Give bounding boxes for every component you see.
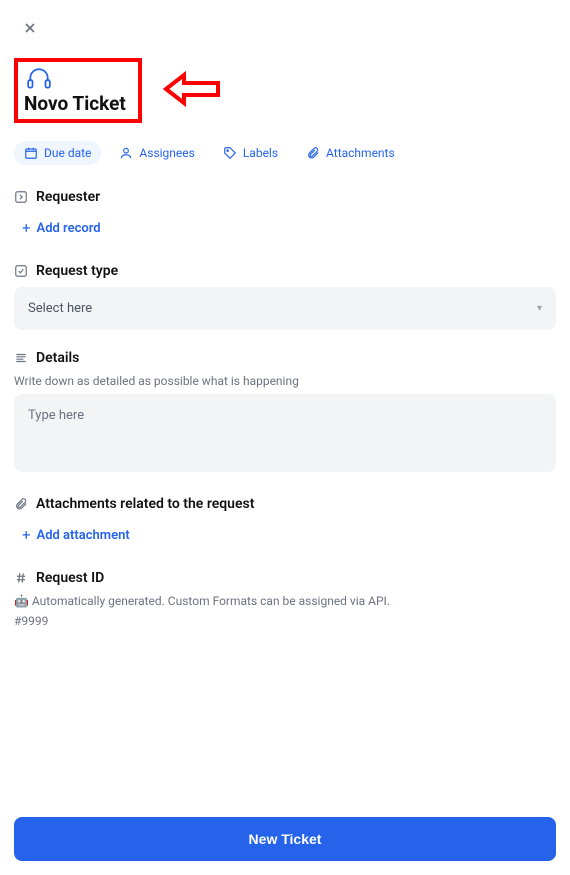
select-placeholder: Select here	[28, 301, 92, 316]
person-icon	[119, 146, 133, 160]
close-button[interactable]	[14, 20, 556, 40]
add-record-button[interactable]: + Add record	[14, 213, 556, 243]
plus-icon: +	[22, 219, 31, 237]
section-details: Details Write down as detailed as possib…	[14, 350, 556, 476]
new-ticket-button[interactable]: New Ticket	[14, 817, 556, 861]
lines-icon	[14, 351, 28, 365]
section-requester: Requester + Add record	[14, 189, 556, 243]
chip-labels[interactable]: Labels	[213, 141, 288, 165]
title-text: Novo Ticket	[24, 92, 126, 115]
section-title: Attachments related to the request	[36, 496, 254, 512]
chip-attachments[interactable]: Attachments	[296, 141, 405, 165]
chevron-down-icon: ▾	[537, 303, 542, 314]
title-box: Novo Ticket	[14, 58, 142, 123]
section-title: Request type	[36, 263, 118, 279]
paperclip-icon	[14, 497, 28, 511]
request-id-value: #9999	[14, 614, 556, 628]
section-attachments-related: Attachments related to the request + Add…	[14, 496, 556, 550]
title-header: Novo Ticket	[14, 58, 556, 123]
section-subtitle: Write down as detailed as possible what …	[14, 374, 556, 388]
chip-label: Attachments	[326, 146, 395, 160]
checkbox-icon	[14, 264, 28, 278]
request-type-select[interactable]: Select here ▾	[14, 287, 556, 330]
link-label: Add attachment	[37, 528, 130, 543]
chip-due-date[interactable]: Due date	[14, 141, 101, 165]
arrow-right-square-icon	[14, 190, 28, 204]
section-title: Request ID	[36, 570, 104, 586]
plus-icon: +	[22, 526, 31, 544]
details-textarea[interactable]	[14, 394, 556, 472]
section-title: Details	[36, 350, 79, 366]
tag-icon	[223, 146, 237, 160]
paperclip-icon	[306, 146, 320, 160]
chip-label: Due date	[44, 146, 91, 160]
section-title: Requester	[36, 189, 100, 205]
close-icon	[22, 20, 38, 36]
annotation-arrow-icon	[162, 71, 222, 111]
chip-row: Due date Assignees Labels Attachments	[14, 141, 556, 165]
add-attachment-button[interactable]: + Add attachment	[14, 520, 556, 550]
hash-icon	[14, 571, 28, 585]
chip-label: Labels	[243, 146, 278, 160]
chip-assignees[interactable]: Assignees	[109, 141, 204, 165]
section-request-id: Request ID 🤖 Automatically generated. Cu…	[14, 570, 556, 628]
section-subtitle: 🤖 Automatically generated. Custom Format…	[14, 594, 556, 608]
section-request-type: Request type Select here ▾	[14, 263, 556, 330]
link-label: Add record	[37, 221, 101, 236]
calendar-icon	[24, 146, 38, 160]
chip-label: Assignees	[139, 146, 194, 160]
